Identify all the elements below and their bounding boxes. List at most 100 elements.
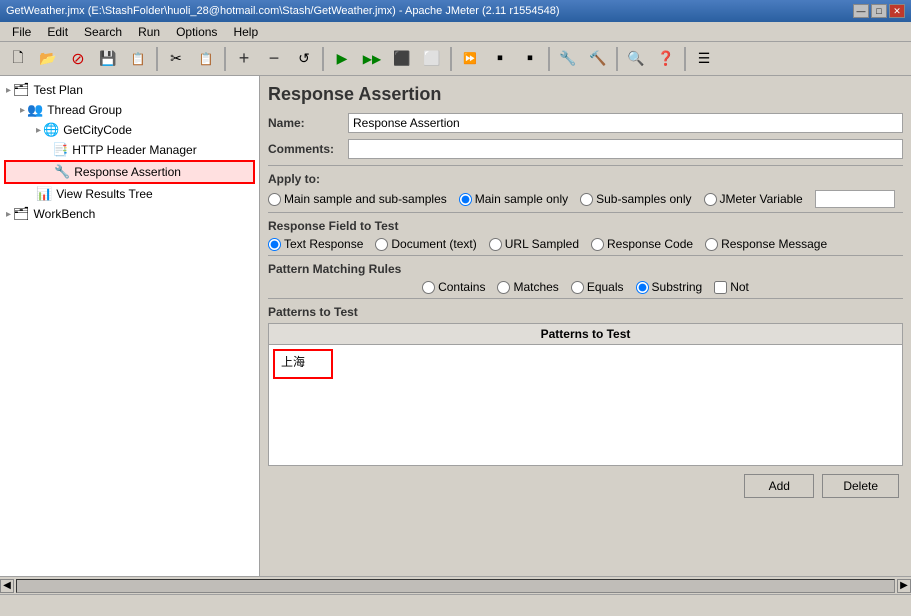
contains-label: Contains	[438, 280, 485, 294]
name-label: Name:	[268, 116, 348, 130]
tool2-button[interactable]: 🔨	[584, 45, 612, 73]
comments-label: Comments:	[268, 142, 348, 156]
apply-sub-only[interactable]: Sub-samples only	[580, 192, 691, 206]
stop-all-button[interactable]: ⬜	[418, 45, 446, 73]
jmeter-var-input[interactable]	[815, 190, 895, 208]
response-code-item[interactable]: Response Code	[591, 237, 693, 251]
stop-button[interactable]: ⬛	[388, 45, 416, 73]
buttons-row: Add Delete	[268, 474, 903, 498]
remove-node-button[interactable]: −	[260, 45, 288, 73]
scroll-left-btn[interactable]: ◀	[0, 579, 14, 593]
text-response-item[interactable]: Text Response	[268, 237, 363, 251]
apply-jmeter-var[interactable]: JMeter Variable	[704, 192, 803, 206]
menu-toolbar-button[interactable]: ☰	[690, 45, 718, 73]
remote-stop-button[interactable]: ⏹	[486, 45, 514, 73]
revert-button[interactable]: ⊘	[64, 45, 92, 73]
cut-button[interactable]: ✂	[162, 45, 190, 73]
remote-start-button[interactable]: ⏩	[456, 45, 484, 73]
minimize-btn[interactable]: —	[853, 4, 869, 18]
text-response-radio[interactable]	[268, 238, 281, 251]
scroll-right-btn[interactable]: ▶	[897, 579, 911, 593]
url-sampled-radio[interactable]	[489, 238, 502, 251]
matches-item[interactable]: Matches	[497, 280, 558, 294]
menu-options[interactable]: Options	[168, 24, 225, 40]
response-code-radio[interactable]	[591, 238, 604, 251]
comments-input[interactable]	[348, 139, 903, 159]
http-header-icon: 📑	[52, 142, 68, 158]
apply-sub-only-radio[interactable]	[580, 193, 593, 206]
matches-radio[interactable]	[497, 281, 510, 294]
tree-item-response-assertion[interactable]: 🔧 Response Assertion	[4, 160, 255, 184]
menu-edit[interactable]: Edit	[39, 24, 76, 40]
document-text-label: Document (text)	[391, 237, 476, 251]
remote-stop2-button[interactable]: ⏹	[516, 45, 544, 73]
title-bar-text: GetWeather.jmx (E:\StashFolder\huoli_28@…	[6, 5, 559, 17]
search-toolbar-button[interactable]: 🔍	[622, 45, 650, 73]
response-message-radio[interactable]	[705, 238, 718, 251]
delete-button[interactable]: Delete	[822, 474, 899, 498]
response-code-label: Response Code	[607, 237, 693, 251]
response-message-item[interactable]: Response Message	[705, 237, 827, 251]
save-button[interactable]: 💾	[94, 45, 122, 73]
comments-row: Comments:	[268, 139, 903, 159]
save-as-button[interactable]: 📋	[124, 45, 152, 73]
thread-group-icon: 👥	[27, 102, 43, 118]
tree-connector-wb: ▸	[6, 209, 11, 220]
add-button[interactable]: Add	[744, 474, 814, 498]
menu-file[interactable]: File	[4, 24, 39, 40]
separator-2	[268, 212, 903, 213]
equals-item[interactable]: Equals	[571, 280, 624, 294]
panel-title: Response Assertion	[268, 84, 903, 105]
help-button[interactable]: ❓	[652, 45, 680, 73]
response-assertion-icon: 🔧	[54, 164, 70, 180]
run-all-button[interactable]: ▶▶	[358, 45, 386, 73]
separator-4	[268, 298, 903, 299]
toolbar: 🗋 📂 ⊘ 💾 📋 ✂ 📋 + − ↺ ▶ ▶▶ ⬛ ⬜ ⏩ ⏹ ⏹ 🔧 🔨 🔍…	[0, 42, 911, 76]
open-button[interactable]: 📂	[34, 45, 62, 73]
run-button[interactable]: ▶	[328, 45, 356, 73]
substring-radio[interactable]	[636, 281, 649, 294]
add-node-button[interactable]: +	[230, 45, 258, 73]
tree-item-get-city-code[interactable]: ▸ 🌐 GetCityCode	[4, 120, 255, 140]
separator-3	[322, 47, 324, 71]
apply-main-sub-label: Main sample and sub-samples	[284, 192, 447, 206]
apply-main-only[interactable]: Main sample only	[459, 192, 568, 206]
tree-item-view-results-tree[interactable]: 📊 View Results Tree	[4, 184, 255, 204]
url-sampled-label: URL Sampled	[505, 237, 579, 251]
contains-item[interactable]: Contains	[422, 280, 485, 294]
close-window-btn[interactable]: ✕	[889, 4, 905, 18]
left-panel: ▸ 🗂 Test Plan ▸ 👥 Thread Group ▸ 🌐 GetCi…	[0, 76, 260, 576]
tool1-button[interactable]: 🔧	[554, 45, 582, 73]
maximize-btn[interactable]: □	[871, 4, 887, 18]
clear-button[interactable]: ↺	[290, 45, 318, 73]
document-text-radio[interactable]	[375, 238, 388, 251]
apply-main-sub[interactable]: Main sample and sub-samples	[268, 192, 447, 206]
copy-button[interactable]: 📋	[192, 45, 220, 73]
tree-item-thread-group[interactable]: ▸ 👥 Thread Group	[4, 100, 255, 120]
separator-4	[450, 47, 452, 71]
apply-jmeter-var-radio[interactable]	[704, 193, 717, 206]
document-text-item[interactable]: Document (text)	[375, 237, 476, 251]
apply-to-group: Main sample and sub-samples Main sample …	[268, 190, 903, 208]
contains-radio[interactable]	[422, 281, 435, 294]
substring-item[interactable]: Substring	[636, 280, 703, 294]
apply-main-only-radio[interactable]	[459, 193, 472, 206]
menu-search[interactable]: Search	[76, 24, 130, 40]
scroll-track[interactable]	[16, 579, 895, 593]
not-item[interactable]: Not	[714, 280, 749, 294]
bottom-bar: ◀ ▶	[0, 576, 911, 594]
tree-item-workbench[interactable]: ▸ 🗂 WorkBench	[4, 204, 255, 224]
name-row: Name:	[268, 113, 903, 133]
apply-main-sub-radio[interactable]	[268, 193, 281, 206]
menu-help[interactable]: Help	[225, 24, 266, 40]
not-checkbox[interactable]	[714, 281, 727, 294]
equals-radio[interactable]	[571, 281, 584, 294]
pattern-cell[interactable]: 上海	[273, 349, 333, 379]
name-input[interactable]	[348, 113, 903, 133]
new-button[interactable]: 🗋	[4, 45, 32, 73]
url-sampled-item[interactable]: URL Sampled	[489, 237, 579, 251]
menu-run[interactable]: Run	[130, 24, 168, 40]
apply-sub-only-label: Sub-samples only	[596, 192, 691, 206]
tree-item-http-header-manager[interactable]: 📑 HTTP Header Manager	[4, 140, 255, 160]
tree-item-test-plan[interactable]: ▸ 🗂 Test Plan	[4, 80, 255, 100]
